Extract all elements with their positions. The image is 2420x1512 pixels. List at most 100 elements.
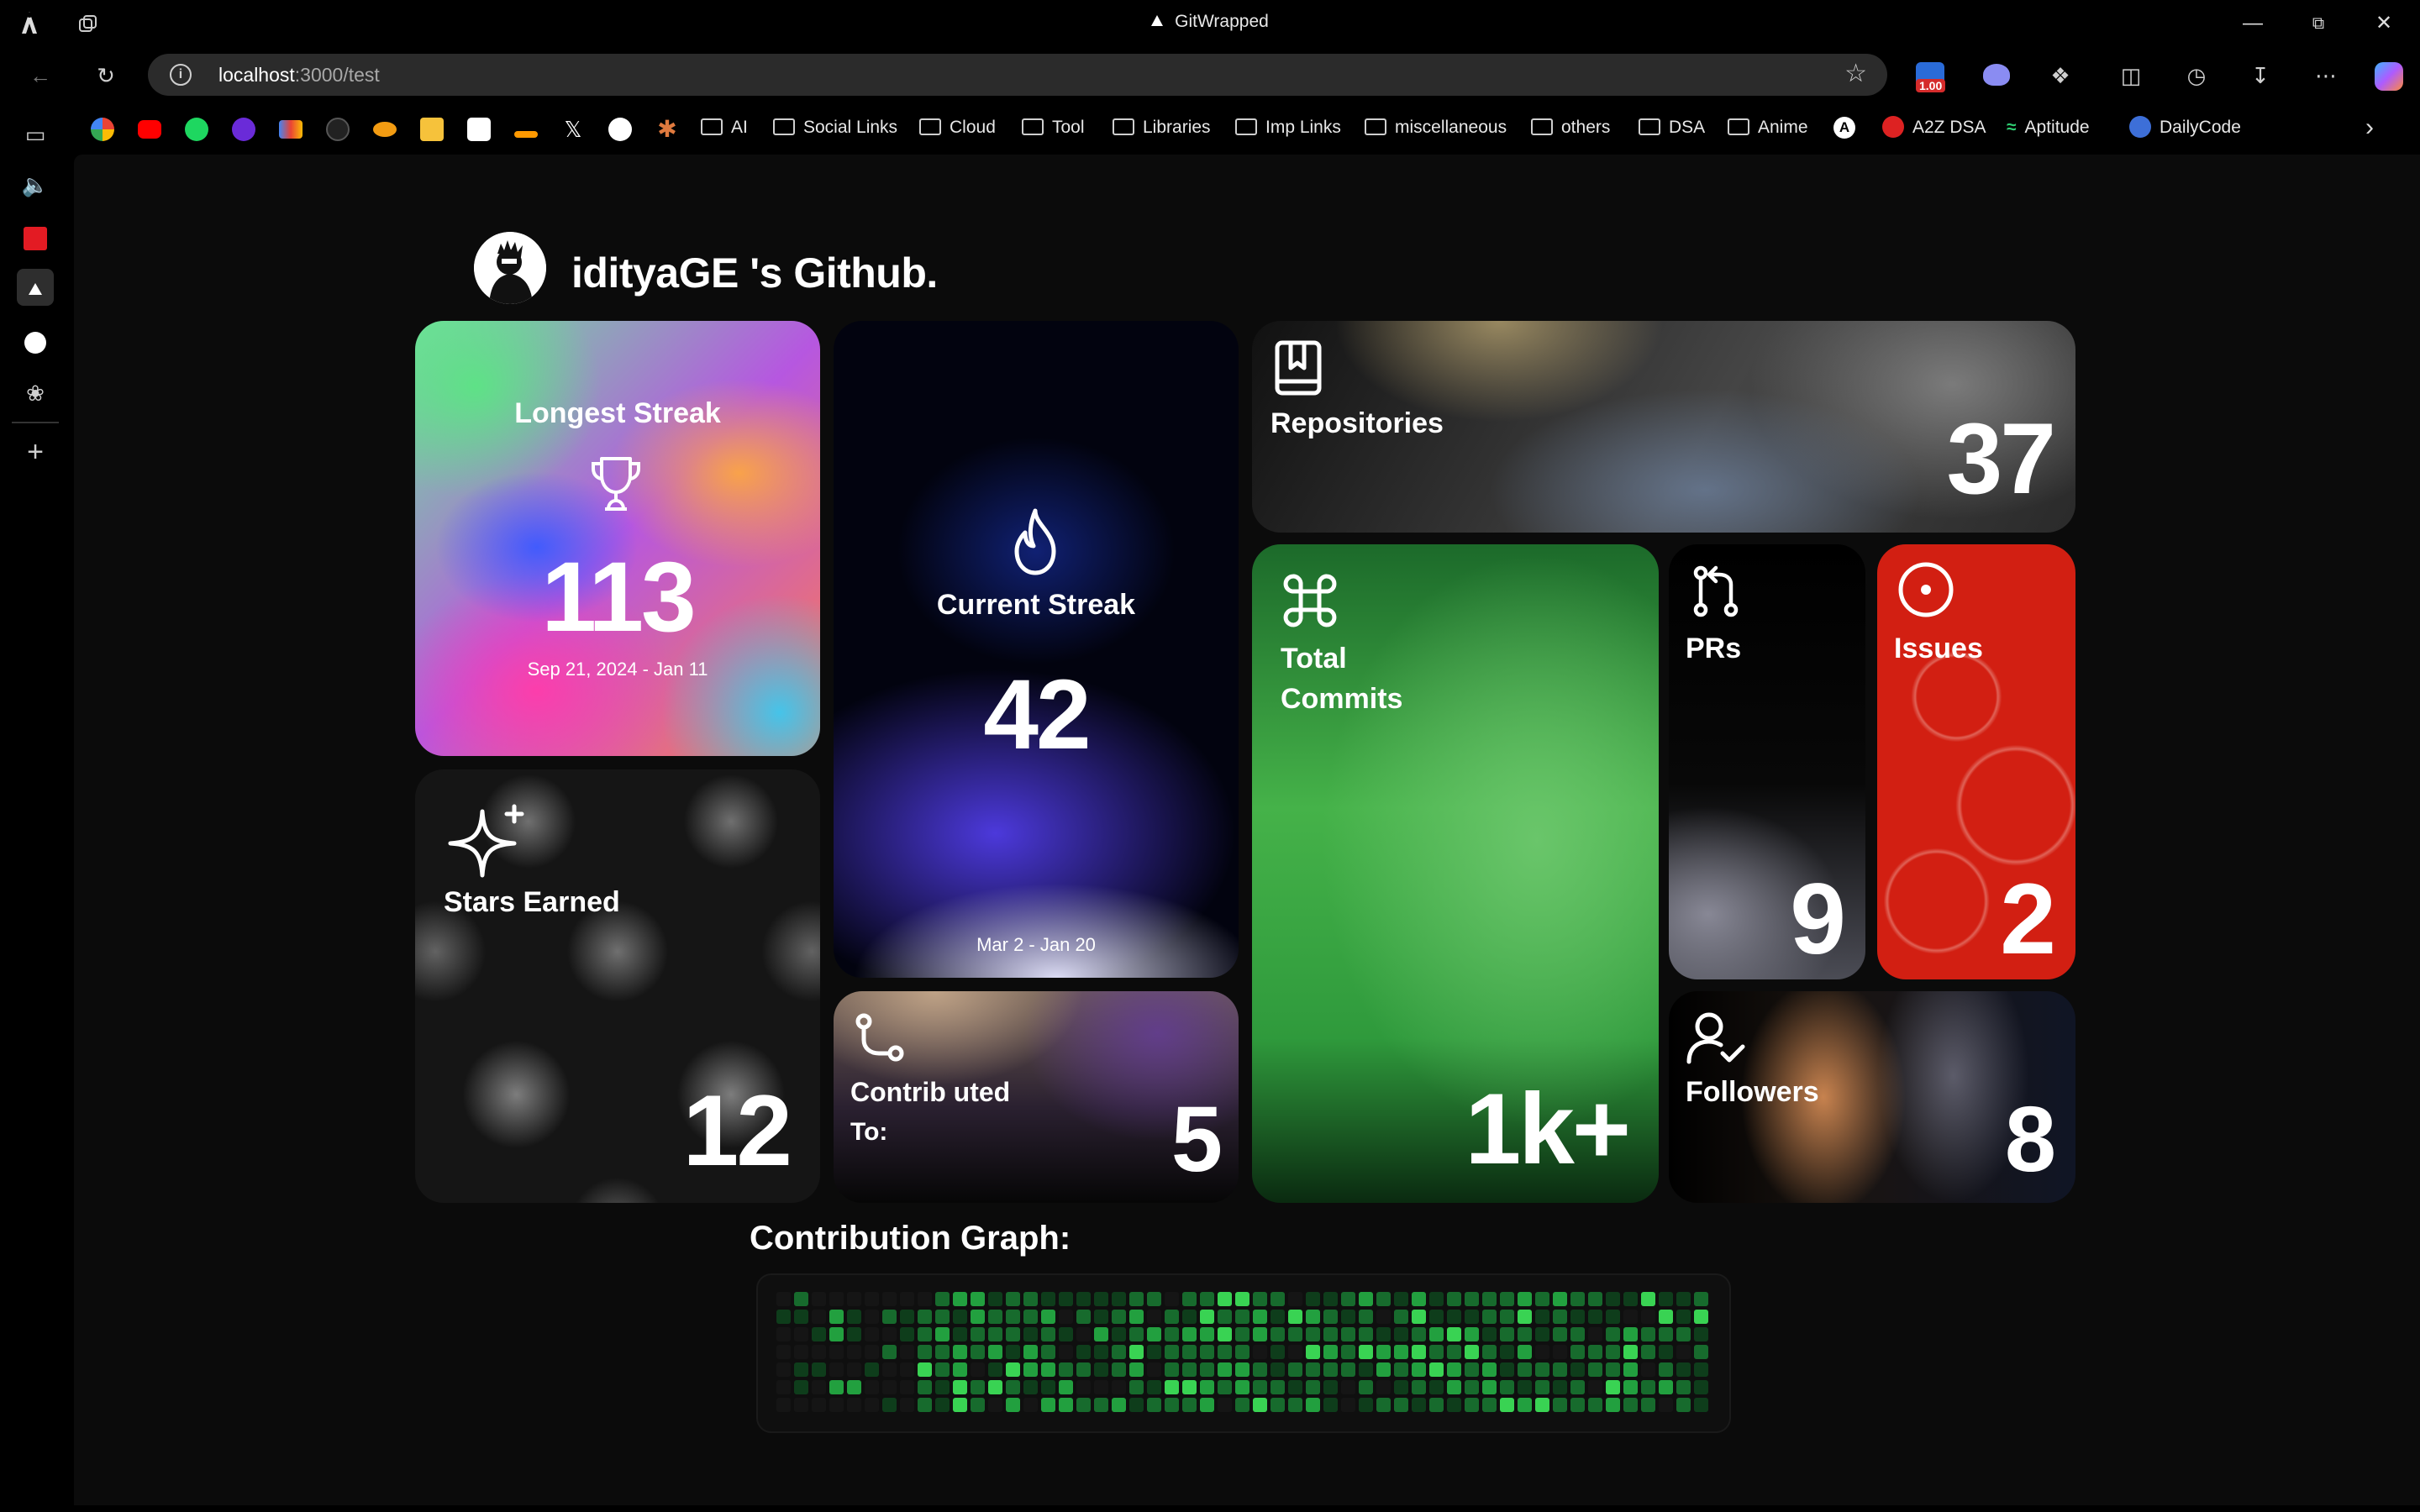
contribution-cell[interactable] [1129, 1327, 1144, 1341]
contribution-cell[interactable] [1359, 1327, 1373, 1341]
contribution-cell[interactable] [1006, 1327, 1020, 1341]
contribution-cell[interactable] [1659, 1292, 1673, 1306]
contribution-cell[interactable] [1059, 1398, 1073, 1412]
contribution-cell[interactable] [1500, 1292, 1514, 1306]
contribution-cell[interactable] [1341, 1327, 1355, 1341]
contribution-cell[interactable] [1359, 1398, 1373, 1412]
contribution-cell[interactable] [1041, 1310, 1055, 1324]
contribution-cell[interactable] [847, 1398, 861, 1412]
contribution-cell[interactable] [900, 1292, 914, 1306]
contribution-cell[interactable] [1606, 1398, 1620, 1412]
contribution-cell[interactable] [1676, 1292, 1691, 1306]
contribution-cell[interactable] [847, 1327, 861, 1341]
contribution-cell[interactable] [1376, 1380, 1391, 1394]
contribution-cell[interactable] [1253, 1327, 1267, 1341]
contribution-cell[interactable] [1288, 1398, 1302, 1412]
contribution-cell[interactable] [812, 1292, 826, 1306]
contribution-cell[interactable] [1588, 1398, 1602, 1412]
contribution-cell[interactable] [865, 1380, 879, 1394]
url-text[interactable]: localhost:3000/test [218, 64, 380, 87]
contribution-cell[interactable] [1253, 1292, 1267, 1306]
contribution-cell[interactable] [1200, 1327, 1214, 1341]
contribution-cell[interactable] [1306, 1398, 1320, 1412]
contribution-cell[interactable] [1482, 1310, 1497, 1324]
contribution-cell[interactable] [1165, 1345, 1179, 1359]
contribution-cell[interactable] [1535, 1380, 1549, 1394]
contribution-cell[interactable] [1182, 1362, 1197, 1377]
contribution-cell[interactable] [1641, 1398, 1655, 1412]
contribution-cell[interactable] [1376, 1327, 1391, 1341]
github-bookmark-icon[interactable] [326, 118, 350, 141]
contribution-cell[interactable] [1129, 1380, 1144, 1394]
contribution-cell[interactable] [1218, 1380, 1232, 1394]
contribution-cell[interactable] [1447, 1398, 1461, 1412]
contribution-cell[interactable] [1041, 1292, 1055, 1306]
contribution-cell[interactable] [1606, 1380, 1620, 1394]
contribution-cell[interactable] [1570, 1398, 1585, 1412]
contribution-cell[interactable] [1306, 1380, 1320, 1394]
contribution-cell[interactable] [1041, 1398, 1055, 1412]
contribution-cell[interactable] [1588, 1327, 1602, 1341]
contribution-cell[interactable] [1518, 1345, 1532, 1359]
gmail-bookmark-icon[interactable] [279, 120, 302, 139]
contribution-cell[interactable] [1182, 1380, 1197, 1394]
history-icon[interactable]: ◷ [2178, 57, 2215, 94]
contribution-cell[interactable] [953, 1380, 967, 1394]
contribution-cell[interactable] [988, 1310, 1002, 1324]
contribution-cell[interactable] [1694, 1345, 1708, 1359]
contribution-cell[interactable] [1341, 1292, 1355, 1306]
google-bookmark-icon[interactable] [91, 118, 114, 141]
contribution-cell[interactable] [1006, 1362, 1020, 1377]
contribution-cell[interactable] [1518, 1398, 1532, 1412]
contribution-cell[interactable] [1482, 1292, 1497, 1306]
reload-icon[interactable]: ↻ [87, 57, 124, 94]
contribution-cell[interactable] [1323, 1310, 1338, 1324]
contribution-cell[interactable] [1094, 1380, 1108, 1394]
restore-button[interactable]: ⧉ [2299, 7, 2338, 40]
contribution-cell[interactable] [1182, 1310, 1197, 1324]
contribution-cell[interactable] [1059, 1292, 1073, 1306]
contribution-cell[interactable] [1429, 1380, 1444, 1394]
contribution-cell[interactable] [1588, 1380, 1602, 1394]
contribution-cell[interactable] [1359, 1362, 1373, 1377]
contribution-cell[interactable] [1112, 1327, 1126, 1341]
contribution-cell[interactable] [1694, 1292, 1708, 1306]
contribution-cell[interactable] [935, 1345, 950, 1359]
contribution-cell[interactable] [829, 1327, 844, 1341]
contribution-cell[interactable] [1323, 1362, 1338, 1377]
contribution-cell[interactable] [1129, 1292, 1144, 1306]
contribution-cell[interactable] [1023, 1345, 1038, 1359]
contribution-cell[interactable] [1412, 1310, 1426, 1324]
add-sidebar-icon[interactable]: + [17, 433, 54, 470]
contribution-cell[interactable] [1094, 1345, 1108, 1359]
contribution-cell[interactable] [1341, 1380, 1355, 1394]
contribution-cell[interactable] [900, 1310, 914, 1324]
contribution-cell[interactable] [1235, 1327, 1249, 1341]
contribution-cell[interactable] [1218, 1398, 1232, 1412]
contribution-cell[interactable] [1659, 1345, 1673, 1359]
contribution-cell[interactable] [1182, 1327, 1197, 1341]
contribution-cell[interactable] [1659, 1398, 1673, 1412]
contribution-cell[interactable] [794, 1380, 808, 1394]
contribution-cell[interactable] [1270, 1345, 1285, 1359]
amazon-bookmark-icon[interactable] [514, 131, 538, 138]
contribution-cell[interactable] [1165, 1310, 1179, 1324]
contribution-cell[interactable] [1165, 1398, 1179, 1412]
contribution-cell[interactable] [829, 1398, 844, 1412]
contribution-cell[interactable] [1023, 1292, 1038, 1306]
contribution-cell[interactable] [1553, 1398, 1567, 1412]
copilot-icon[interactable] [2375, 62, 2403, 91]
favorite-star-icon[interactable]: ☆ [1844, 59, 1867, 88]
contribution-cell[interactable] [918, 1327, 932, 1341]
contribution-cell[interactable] [1641, 1310, 1655, 1324]
contribution-cell[interactable] [1570, 1380, 1585, 1394]
contribution-cell[interactable] [1041, 1327, 1055, 1341]
contribution-cell[interactable] [776, 1292, 791, 1306]
contribution-cell[interactable] [988, 1345, 1002, 1359]
contribution-cell[interactable] [935, 1362, 950, 1377]
contribution-cell[interactable] [1306, 1327, 1320, 1341]
contribution-cell[interactable] [988, 1380, 1002, 1394]
contribution-cell[interactable] [1465, 1327, 1479, 1341]
contribution-cell[interactable] [1376, 1345, 1391, 1359]
contribution-cell[interactable] [1006, 1310, 1020, 1324]
